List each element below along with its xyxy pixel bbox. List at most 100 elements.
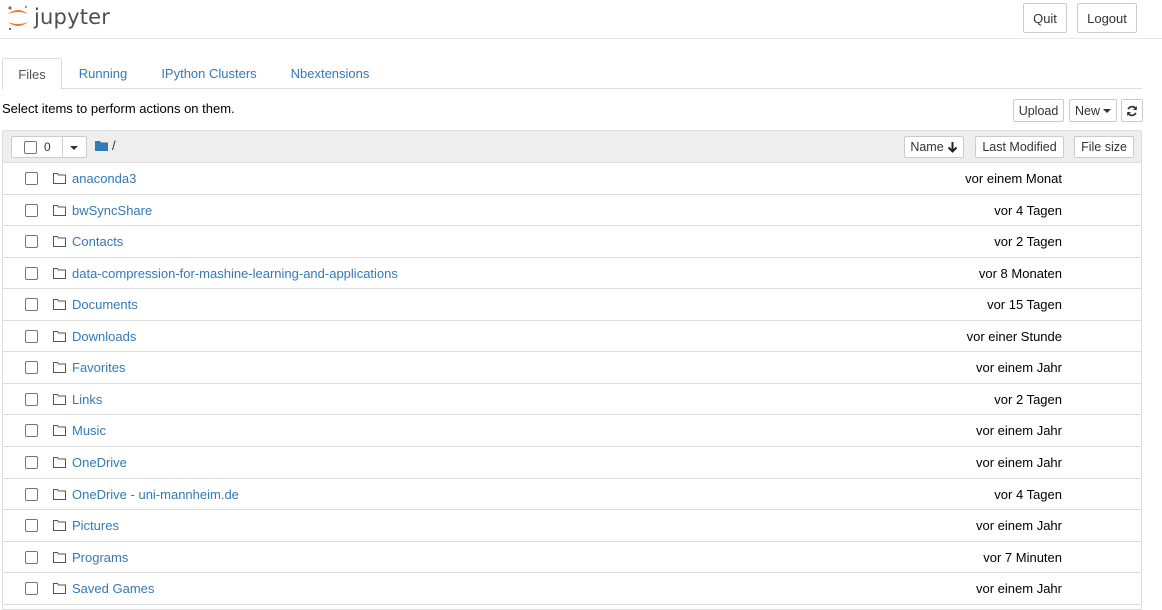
folder-icon xyxy=(53,236,66,248)
item-checkbox[interactable] xyxy=(25,582,38,596)
item-modified: vor 8 Monaten xyxy=(978,265,1062,281)
list-item[interactable]: Saved Games vor einem Jahr xyxy=(3,573,1141,605)
list-item[interactable]: Documents vor 15 Tagen xyxy=(3,289,1141,321)
list-item[interactable]: bwSyncShare vor 4 Tagen xyxy=(3,194,1141,227)
list-item[interactable]: Downloads vor einer Stunde xyxy=(3,320,1141,353)
list-item[interactable]: Links vor 2 Tagen xyxy=(3,383,1141,416)
item-name-link[interactable]: Music xyxy=(72,423,106,438)
folder-icon xyxy=(53,299,66,311)
item-modified: vor 15 Tagen xyxy=(987,297,1062,313)
item-modified: vor 2 Tagen xyxy=(994,234,1062,250)
folder-open-icon[interactable] xyxy=(95,140,108,151)
item-checkbox[interactable] xyxy=(25,550,38,564)
item-name-link[interactable]: data-compression-for-mashine-learning-an… xyxy=(72,266,398,281)
item-modified: vor einer Stunde xyxy=(966,328,1062,344)
item-modified: vor einem Jahr xyxy=(976,454,1062,470)
item-modified: vor 7 Minuten xyxy=(983,549,1062,565)
folder-icon xyxy=(53,520,66,532)
item-name-link[interactable]: OneDrive xyxy=(72,455,127,470)
folder-icon xyxy=(53,330,66,342)
tab-bar: Files Running IPython Clusters Nbextensi… xyxy=(2,58,1142,90)
logout-button[interactable]: Logout xyxy=(1077,3,1137,33)
folder-icon xyxy=(53,583,66,595)
caret-down-icon[interactable] xyxy=(70,146,78,150)
select-all-checkbox[interactable] xyxy=(24,141,37,154)
item-checkbox[interactable] xyxy=(25,203,38,217)
quit-button[interactable]: Quit xyxy=(1023,3,1067,33)
item-modified: vor einem Monat xyxy=(965,171,1062,186)
item-name-link[interactable]: Programs xyxy=(72,550,128,565)
item-checkbox[interactable] xyxy=(25,329,38,343)
folder-icon xyxy=(53,393,66,405)
list-item[interactable]: Music vor einem Jahr xyxy=(3,415,1141,447)
item-checkbox[interactable] xyxy=(25,392,38,406)
tab-running[interactable]: Running xyxy=(68,58,138,89)
item-modified: vor einem Jahr xyxy=(976,360,1062,376)
item-checkbox[interactable] xyxy=(25,235,38,249)
item-name-link[interactable]: bwSyncShare xyxy=(72,203,152,218)
arrow-down-icon xyxy=(947,141,957,153)
tab-nbextensions[interactable]: Nbextensions xyxy=(278,58,382,89)
list-item[interactable]: OneDrive vor einem Jahr xyxy=(3,446,1141,479)
file-list: 0 / Name Last Modified File size anacond… xyxy=(2,130,1142,610)
new-button-label: New xyxy=(1074,103,1100,118)
item-name-link[interactable]: Pictures xyxy=(72,518,119,533)
list-item[interactable]: Programs vor 7 Minuten xyxy=(3,541,1141,574)
folder-icon xyxy=(53,425,66,437)
item-name-link[interactable]: Documents xyxy=(72,297,138,312)
select-all-control[interactable]: 0 xyxy=(11,136,87,158)
list-item[interactable]: OneDrive - uni-mannheim.de vor 4 Tagen xyxy=(3,478,1141,511)
folder-icon xyxy=(53,173,66,184)
item-modified: vor 4 Tagen xyxy=(994,202,1062,218)
list-item[interactable]: Contacts vor 2 Tagen xyxy=(3,226,1141,258)
item-modified: vor 2 Tagen xyxy=(994,391,1062,407)
list-item[interactable]: anaconda3 vor einem Monat xyxy=(3,163,1141,195)
item-checkbox[interactable] xyxy=(25,519,38,533)
sort-file-size-button[interactable]: File size xyxy=(1074,136,1134,158)
logo-text: jupyter xyxy=(34,5,111,29)
item-name-link[interactable]: Saved Games xyxy=(72,581,154,596)
refresh-button[interactable] xyxy=(1121,99,1143,122)
sort-last-modified-button[interactable]: Last Modified xyxy=(975,136,1064,158)
item-modified: vor einem Jahr xyxy=(976,518,1062,534)
selection-hint: Select items to perform actions on them. xyxy=(2,101,235,116)
jupyter-logo[interactable]: jupyter xyxy=(6,4,110,32)
caret-down-icon xyxy=(1103,108,1111,113)
folder-icon xyxy=(53,267,66,279)
folder-icon xyxy=(53,362,66,374)
item-checkbox[interactable] xyxy=(25,455,38,469)
item-name-link[interactable]: OneDrive - uni-mannheim.de xyxy=(72,487,239,502)
item-name-link[interactable]: Downloads xyxy=(72,329,136,344)
item-name-link[interactable]: Links xyxy=(72,392,102,407)
jupyter-logo-icon xyxy=(8,5,28,31)
new-dropdown-button[interactable]: New xyxy=(1069,99,1117,122)
tab-files[interactable]: Files xyxy=(2,58,62,90)
selected-count: 0 xyxy=(44,140,51,154)
folder-icon xyxy=(53,204,66,216)
list-item[interactable]: Pictures vor einem Jahr xyxy=(3,510,1141,542)
item-modified: vor einem Jahr xyxy=(976,581,1062,597)
tab-ipython-clusters[interactable]: IPython Clusters xyxy=(150,58,268,89)
item-checkbox[interactable] xyxy=(25,424,38,438)
folder-icon xyxy=(53,488,66,500)
sort-name-button[interactable]: Name xyxy=(904,136,964,158)
item-name-link[interactable]: Favorites xyxy=(72,360,125,375)
breadcrumb[interactable]: / xyxy=(112,138,116,153)
item-checkbox[interactable] xyxy=(25,266,38,280)
item-modified: vor 4 Tagen xyxy=(994,486,1062,502)
item-name-link[interactable]: anaconda3 xyxy=(72,171,136,186)
sort-name-label: Name xyxy=(910,140,944,154)
item-checkbox[interactable] xyxy=(25,172,38,185)
list-item[interactable]: Favorites vor einem Jahr xyxy=(3,352,1141,384)
refresh-icon xyxy=(1127,105,1137,116)
header-bar: jupyter Quit Logout xyxy=(0,0,1162,39)
item-modified: vor einem Jahr xyxy=(976,423,1062,439)
item-checkbox[interactable] xyxy=(25,361,38,375)
item-name-link[interactable]: Contacts xyxy=(72,234,123,249)
list-item[interactable]: data-compression-for-mashine-learning-an… xyxy=(3,257,1141,290)
upload-button[interactable]: Upload xyxy=(1013,99,1064,122)
folder-icon xyxy=(53,551,66,563)
item-checkbox[interactable] xyxy=(25,487,38,501)
item-checkbox[interactable] xyxy=(25,298,38,312)
file-list-header: 0 / Name Last Modified File size xyxy=(3,131,1141,163)
